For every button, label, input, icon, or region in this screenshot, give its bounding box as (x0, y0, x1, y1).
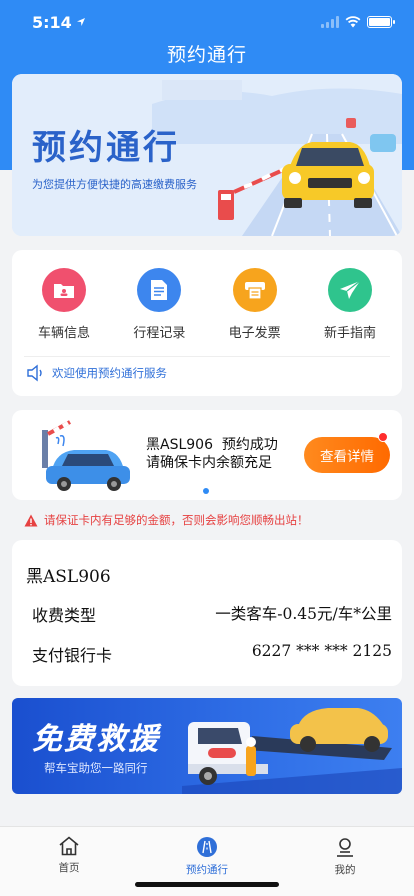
fee-type-row: 收费类型 一类客车-0.45元/车*公里 (32, 602, 392, 626)
rescue-subtitle: 帮车宝助您一路同行 (44, 761, 148, 775)
reservation-message: 黑ASL906 预约成功 请确保卡内余额充足 (146, 436, 278, 472)
tab-reservation-label: 预约通行 (186, 864, 228, 876)
quick-menu: 车辆信息 行程记录 电子发票 新手指南 (12, 250, 402, 341)
menu-item-e-invoice[interactable]: 电子发票 (209, 268, 301, 341)
cellular-signal-icon (321, 16, 339, 28)
status-time-text: 5:14 (32, 12, 72, 32)
hero-title: 预约通行 (32, 128, 180, 168)
menu-item-vehicle-info[interactable]: 车辆信息 (18, 268, 110, 341)
status-bar: 5:14 (0, 0, 414, 44)
document-icon (137, 268, 182, 312)
wifi-icon (345, 16, 361, 28)
reservation-card[interactable]: 黑ASL906 预约成功 请确保卡内余额充足 查看详情 (12, 410, 402, 500)
status-time: 5:14 (32, 13, 86, 32)
speaker-icon (27, 364, 42, 382)
warning-text: 请保证卡内有足够的金额，否则会影响您顺畅出站！ (44, 513, 309, 527)
road-icon (197, 837, 217, 857)
location-arrow-icon (76, 18, 85, 26)
user-icon (337, 838, 353, 857)
tab-home[interactable]: 首页 (0, 827, 138, 896)
status-indicators (321, 16, 395, 28)
carousel-indicator (203, 488, 211, 496)
vehicle-info-card: 黑ASL906 收费类型 一类客车-0.45元/车*公里 支付银行卡 6227 … (12, 540, 402, 686)
menu-label-e-invoice: 电子发票 (228, 326, 281, 341)
invoice-printer-icon (232, 268, 277, 312)
battery-icon (367, 16, 395, 28)
tab-mine[interactable]: 我的 (276, 827, 414, 896)
bank-card-label: 支付银行卡 (32, 646, 113, 665)
free-rescue-banner[interactable]: 免费救援 帮车宝助您一路同行 (12, 698, 402, 794)
plate-number: 黑ASL906 (26, 567, 111, 587)
car-gate-illustration (42, 420, 130, 491)
menu-label-vehicle-info: 车辆信息 (37, 326, 90, 341)
menu-label-trip-records: 行程记录 (133, 326, 186, 341)
rescue-title: 免费救援 (32, 722, 160, 757)
notice-text: 欢迎使用预约通行服务 (52, 366, 167, 380)
home-indicator[interactable] (135, 882, 279, 887)
warning-icon (24, 514, 38, 526)
bank-card-value: 6227 *** *** 2125 (251, 642, 392, 660)
menu-item-guide[interactable]: 新手指南 (304, 268, 396, 341)
paper-plane-icon (327, 268, 372, 312)
menu-item-trip-records[interactable]: 行程记录 (113, 268, 205, 341)
notice-bar[interactable]: 欢迎使用预约通行服务 (26, 364, 167, 382)
hero-banner[interactable]: 预约通行 为您提供方便快捷的高速缴费服务 (12, 74, 402, 236)
fee-type-value: 一类客车-0.45元/车*公里 (215, 605, 392, 623)
hero-subtitle: 为您提供方便快捷的高速缴费服务 (32, 178, 197, 191)
view-details-button[interactable]: 查看详情 (304, 437, 390, 473)
tab-home-label: 首页 (58, 862, 80, 874)
balance-warning: 请保证卡内有足够的金额，否则会影响您顺畅出站！ (24, 512, 309, 528)
carousel-dot-active (203, 488, 209, 494)
quick-menu-card: 车辆信息 行程记录 电子发票 新手指南 欢迎使用预约通行服务 (12, 250, 402, 396)
reservation-line-2: 请确保卡内余额充足 (146, 455, 272, 471)
home-icon (59, 836, 79, 856)
tab-mine-label: 我的 (334, 864, 356, 876)
vehicle-card-icon (42, 268, 86, 312)
reservation-line-1: 黑ASL906 预约成功 (146, 437, 278, 453)
divider (24, 356, 390, 357)
menu-label-guide: 新手指南 (323, 326, 376, 341)
page-title: 预约通行 (166, 44, 247, 66)
fee-type-label: 收费类型 (32, 606, 97, 625)
notification-dot (378, 432, 388, 442)
bank-card-row: 支付银行卡 6227 *** *** 2125 (32, 642, 392, 666)
